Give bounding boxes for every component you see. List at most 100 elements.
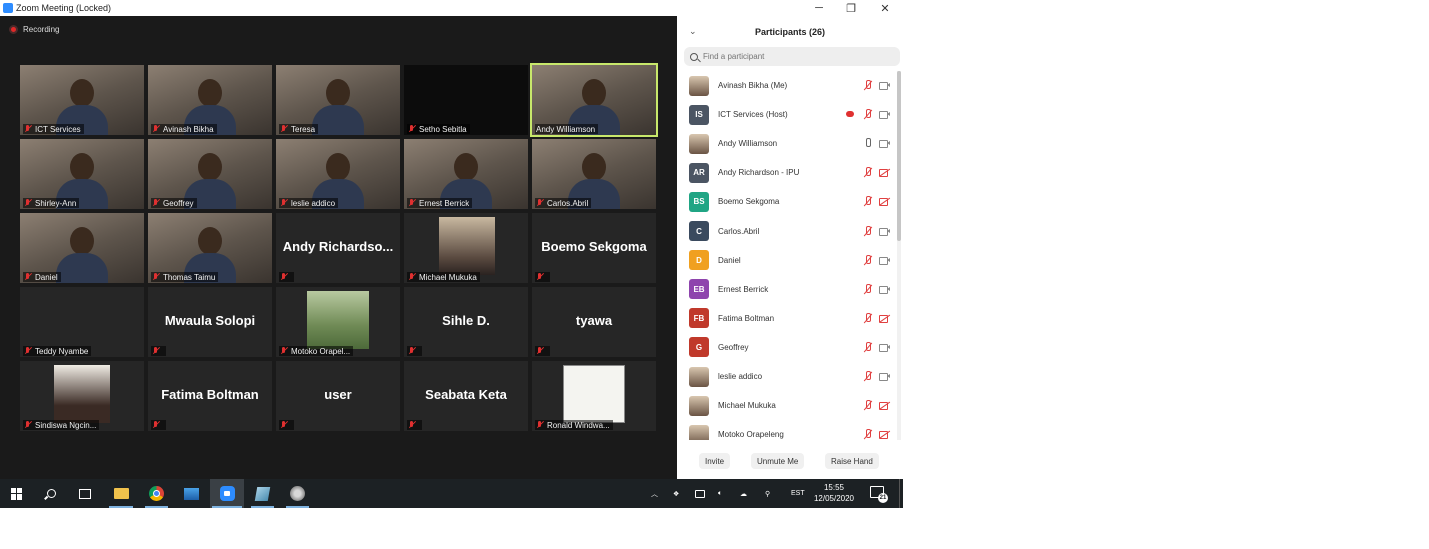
video-tile[interactable]: Avinash Bikha: [148, 65, 272, 135]
participant-row[interactable]: D Daniel: [677, 246, 897, 275]
video-camera-icon: [879, 80, 891, 90]
video-off-icon: [879, 167, 891, 178]
volume-tray-icon[interactable]: 🔈︎: [718, 479, 722, 508]
video-tile[interactable]: Daniel: [20, 213, 144, 283]
tile-name-label: [151, 346, 166, 356]
participant-status-icons: [857, 138, 891, 149]
tile-display-name: Mwaula Solopi: [164, 313, 256, 328]
close-button[interactable]: ✕: [870, 0, 900, 16]
video-tile[interactable]: Motoko Orapel...: [276, 287, 400, 357]
muted-mic-icon: [408, 199, 416, 207]
video-tile[interactable]: Andy Williamson: [530, 63, 658, 137]
muted-mic-icon: [862, 341, 874, 352]
participant-name: Motoko Orapel...: [291, 346, 351, 356]
video-tile[interactable]: Carlos.Abril: [532, 139, 656, 209]
tool-app-button[interactable]: [280, 479, 315, 508]
participant-row[interactable]: C Carlos.Abril: [677, 217, 897, 246]
minimize-button[interactable]: ─: [804, 0, 834, 16]
muted-mic-icon: [280, 125, 288, 133]
participant-name: Ronald Windwa...: [547, 420, 610, 430]
video-tile[interactable]: Ernest Berrick: [404, 139, 528, 209]
chrome-button[interactable]: [139, 479, 174, 508]
zoom-taskbar-button[interactable]: [210, 479, 244, 508]
unmute-me-button[interactable]: Unmute Me: [751, 453, 805, 469]
zoom-app-icon: [3, 3, 13, 13]
avatar: EB: [689, 279, 709, 300]
participant-search[interactable]: [684, 47, 900, 66]
restore-button[interactable]: ❐: [836, 0, 866, 16]
video-tile[interactable]: Teddy Nyambe: [20, 287, 144, 357]
participant-row[interactable]: Avinash Bikha (Me): [677, 71, 897, 100]
video-tile[interactable]: Ronald Windwa...: [532, 361, 656, 431]
video-tile[interactable]: Shirley-Ann: [20, 139, 144, 209]
taskbar-search-button[interactable]: [34, 479, 68, 508]
onedrive-tray-icon[interactable]: ☁︎: [740, 479, 747, 508]
tile-name-label: Setho Sebitla: [407, 124, 470, 134]
raise-hand-button[interactable]: Raise Hand: [825, 453, 879, 469]
participant-row[interactable]: FB Fatima Boltman: [677, 304, 897, 333]
participant-row[interactable]: AR Andy Richardson - IPU: [677, 158, 897, 187]
participants-title: Participants (26): [754, 27, 826, 37]
video-tile[interactable]: Geoffrey: [148, 139, 272, 209]
avatar: [689, 366, 709, 387]
video-tile[interactable]: Thomas Taimu: [148, 213, 272, 283]
tile-name-label: Shirley-Ann: [23, 198, 80, 208]
dropbox-tray-icon[interactable]: ❖: [673, 479, 679, 508]
video-tile[interactable]: Setho Sebitla: [404, 65, 528, 135]
language-indicator[interactable]: EST: [791, 479, 805, 508]
video-tile[interactable]: ICT Services: [20, 65, 144, 135]
video-tile[interactable]: user: [276, 361, 400, 431]
muted-mic-icon: [536, 421, 544, 429]
file-explorer-button[interactable]: [103, 479, 139, 508]
video-tile[interactable]: leslie addico: [276, 139, 400, 209]
muted-mic-icon: [862, 371, 874, 381]
task-view-button[interactable]: [68, 479, 102, 508]
participant-status-icons: [840, 109, 891, 120]
participant-row[interactable]: Andy Williamson: [677, 129, 897, 158]
battery-tray-icon[interactable]: [695, 479, 705, 508]
participant-row[interactable]: leslie addico: [677, 362, 897, 391]
clock[interactable]: 15:55 12/05/2020: [812, 482, 856, 504]
video-tile[interactable]: tyawa: [532, 287, 656, 357]
participant-row[interactable]: EB Ernest Berrick: [677, 275, 897, 304]
network-tray-icon[interactable]: ⚲: [765, 479, 770, 508]
scrollbar-thumb[interactable]: [897, 71, 901, 241]
participant-row[interactable]: Michael Mukuka: [677, 391, 897, 420]
video-tile[interactable]: Teresa: [276, 65, 400, 135]
show-hidden-icons-button[interactable]: ︿: [651, 479, 658, 508]
photos-button[interactable]: [174, 479, 209, 508]
video-tile[interactable]: Sihle D.: [404, 287, 528, 357]
document-app-button[interactable]: [245, 479, 280, 508]
cloud-icon: ☁︎: [740, 490, 747, 498]
video-off-icon: [879, 313, 891, 323]
recording-indicator[interactable]: Recording: [9, 25, 59, 34]
video-tile[interactable]: Seabata Keta: [404, 361, 528, 431]
participant-row[interactable]: BS Boemo Sekgoma: [677, 187, 897, 216]
avatar: D: [689, 250, 709, 271]
participant-name: Teddy Nyambe: [35, 346, 89, 356]
participant-list-scrollbar[interactable]: [897, 71, 901, 440]
record-dot-icon: [9, 25, 18, 34]
video-tile[interactable]: Michael Mukuka: [404, 213, 528, 283]
clock-time: 15:55: [823, 483, 845, 492]
video-tile[interactable]: Boemo Sekgoma: [532, 213, 656, 283]
task-view-icon: [79, 488, 91, 499]
video-tile[interactable]: Sindiswa Ngcin...: [20, 361, 144, 431]
tile-display-name: Andy Richardso...: [282, 239, 394, 254]
participant-row[interactable]: G Geoffrey: [677, 333, 897, 362]
participant-search-input[interactable]: [703, 52, 883, 61]
participant-row[interactable]: Motoko Orapeleng: [677, 420, 897, 440]
muted-mic-icon: [862, 80, 874, 90]
video-tile[interactable]: Mwaula Solopi: [148, 287, 272, 357]
muted-mic-icon: [862, 225, 874, 236]
video-tile[interactable]: Fatima Boltman: [148, 361, 272, 431]
start-button[interactable]: [0, 479, 34, 508]
show-desktop-button[interactable]: [899, 479, 903, 508]
invite-button[interactable]: Invite: [699, 453, 731, 469]
video-off-icon: [879, 196, 891, 207]
recording-icon: [845, 109, 857, 119]
muted-mic-icon: [408, 273, 416, 281]
participant-row[interactable]: IS ICT Services (Host): [677, 100, 897, 129]
muted-mic-icon: [24, 199, 32, 207]
video-tile[interactable]: Andy Richardso...: [276, 213, 400, 283]
